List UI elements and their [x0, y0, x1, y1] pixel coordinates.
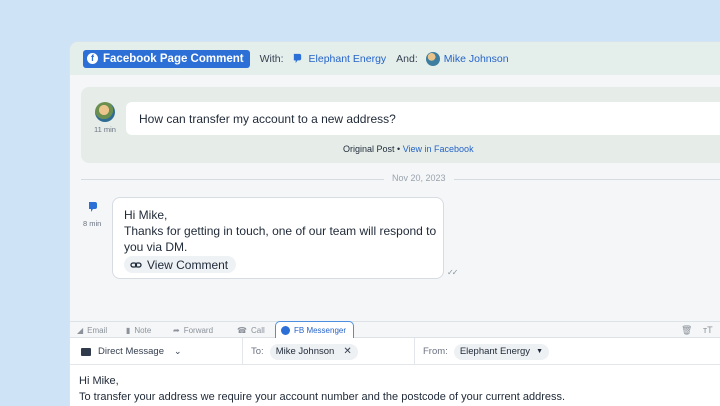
- with-label: With:: [259, 52, 284, 65]
- conversation-header: f Facebook Page Comment With: Elephant E…: [70, 42, 720, 75]
- post-text: How can transfer my account to a new add…: [139, 111, 396, 126]
- original-post: 11 min How can transfer my account to a …: [81, 87, 720, 163]
- draft-line-2: To transfer your address we require your…: [79, 391, 566, 403]
- text-format-icon[interactable]: ᴛT: [703, 322, 713, 338]
- to-field: To: Mike Johnson ✕: [251, 338, 358, 365]
- composer-tabs: ◢ Email ▮ Note ➦ Forward ☎ Call FB Messenger…: [70, 321, 720, 338]
- date-separator-text: Nov 20, 2023: [392, 173, 446, 183]
- divider: [414, 338, 415, 365]
- tab-call-label: Call: [250, 325, 265, 335]
- view-comment-label: View Comment: [147, 257, 229, 272]
- message-editor[interactable]: Hi Mike, To transfer your address we req…: [79, 373, 565, 405]
- facebook-icon: f: [87, 53, 98, 64]
- date-separator: Nov 20, 2023: [81, 173, 720, 185]
- original-post-separator: •: [394, 144, 403, 154]
- composer-meta-row: Direct Message ⌄ To: Mike Johnson ✕ From…: [70, 338, 720, 365]
- channel-badge: f Facebook Page Comment: [83, 49, 250, 68]
- tab-call[interactable]: ☎ Call: [237, 322, 265, 338]
- channel-label: Facebook Page Comment: [103, 52, 244, 65]
- date-separator-line-right: [454, 179, 720, 180]
- reply-line-2: Thanks for getting in touch, one of our …: [124, 224, 437, 238]
- draft-line-1: Hi Mike,: [79, 375, 119, 387]
- post-time: 11 min: [94, 125, 116, 134]
- mail-icon: [81, 347, 91, 356]
- and-chip[interactable]: Mike Johnson: [425, 51, 509, 66]
- from-value: Elephant Energy: [459, 346, 531, 357]
- reply-line-1: Hi Mike,: [124, 208, 168, 222]
- forward-icon: ➦: [173, 325, 180, 335]
- composer: ◢ Email ▮ Note ➦ Forward ☎ Call FB Messenger…: [70, 321, 720, 406]
- elephant-energy-icon: [89, 202, 97, 212]
- customer-avatar: [95, 102, 115, 122]
- view-in-facebook-link[interactable]: View in Facebook: [403, 144, 474, 154]
- message-type-label: Direct Message: [98, 346, 164, 357]
- reply-line-3: you via DM.: [124, 240, 188, 254]
- message-type-select[interactable]: Direct Message ⌄: [81, 338, 182, 365]
- post-bubble: How can transfer my account to a new add…: [126, 102, 720, 135]
- original-post-label: Original Post: [343, 144, 395, 154]
- close-icon[interactable]: ✕: [343, 346, 351, 357]
- view-comment-button[interactable]: View Comment: [124, 256, 237, 273]
- tab-fb-messenger-label: FB Messenger: [294, 325, 347, 335]
- from-label: From:: [423, 346, 448, 357]
- tab-email[interactable]: ◢ Email: [77, 322, 107, 338]
- tab-forward[interactable]: ➦ Forward: [173, 322, 213, 338]
- and-label: And:: [396, 52, 418, 65]
- and-value: Mike Johnson: [443, 52, 509, 65]
- to-label: To:: [251, 346, 264, 357]
- tab-note[interactable]: ▮ Note: [126, 322, 151, 338]
- tab-fb-messenger[interactable]: FB Messenger: [275, 321, 354, 338]
- send-icon: ◢: [77, 325, 84, 335]
- to-recipient-pill[interactable]: Mike Johnson ✕: [269, 343, 358, 360]
- to-recipient: Mike Johnson: [275, 346, 335, 357]
- phone-icon: ☎: [237, 325, 247, 335]
- reply-time: 8 min: [83, 219, 102, 228]
- caret-down-icon: ▼: [536, 348, 543, 355]
- date-separator-line-left: [81, 179, 384, 180]
- link-icon: [130, 261, 142, 268]
- messenger-icon: [281, 325, 290, 335]
- from-field: From: Elephant Energy ▼: [423, 338, 549, 365]
- note-icon: ▮: [126, 325, 131, 335]
- chevron-down-icon: ⌄: [174, 346, 182, 356]
- trash-icon[interactable]: 🗑: [681, 322, 692, 338]
- divider: [242, 338, 243, 365]
- elephant-energy-icon: [293, 53, 301, 64]
- tab-forward-label: Forward: [183, 325, 214, 335]
- from-select[interactable]: Elephant Energy ▼: [453, 343, 549, 360]
- delivered-check-icon: ✓✓: [447, 268, 458, 277]
- tab-note-label: Note: [134, 325, 152, 335]
- with-value: Elephant Energy: [308, 52, 387, 65]
- tab-email-label: Email: [87, 325, 108, 335]
- contact-avatar: [425, 51, 440, 66]
- original-post-line: Original Post • View in Facebook: [343, 144, 474, 154]
- with-chip[interactable]: Elephant Energy: [292, 52, 387, 65]
- reply-bubble: Hi Mike, Thanks for getting in touch, on…: [112, 197, 444, 279]
- conversation-window: f Facebook Page Comment With: Elephant E…: [70, 42, 720, 406]
